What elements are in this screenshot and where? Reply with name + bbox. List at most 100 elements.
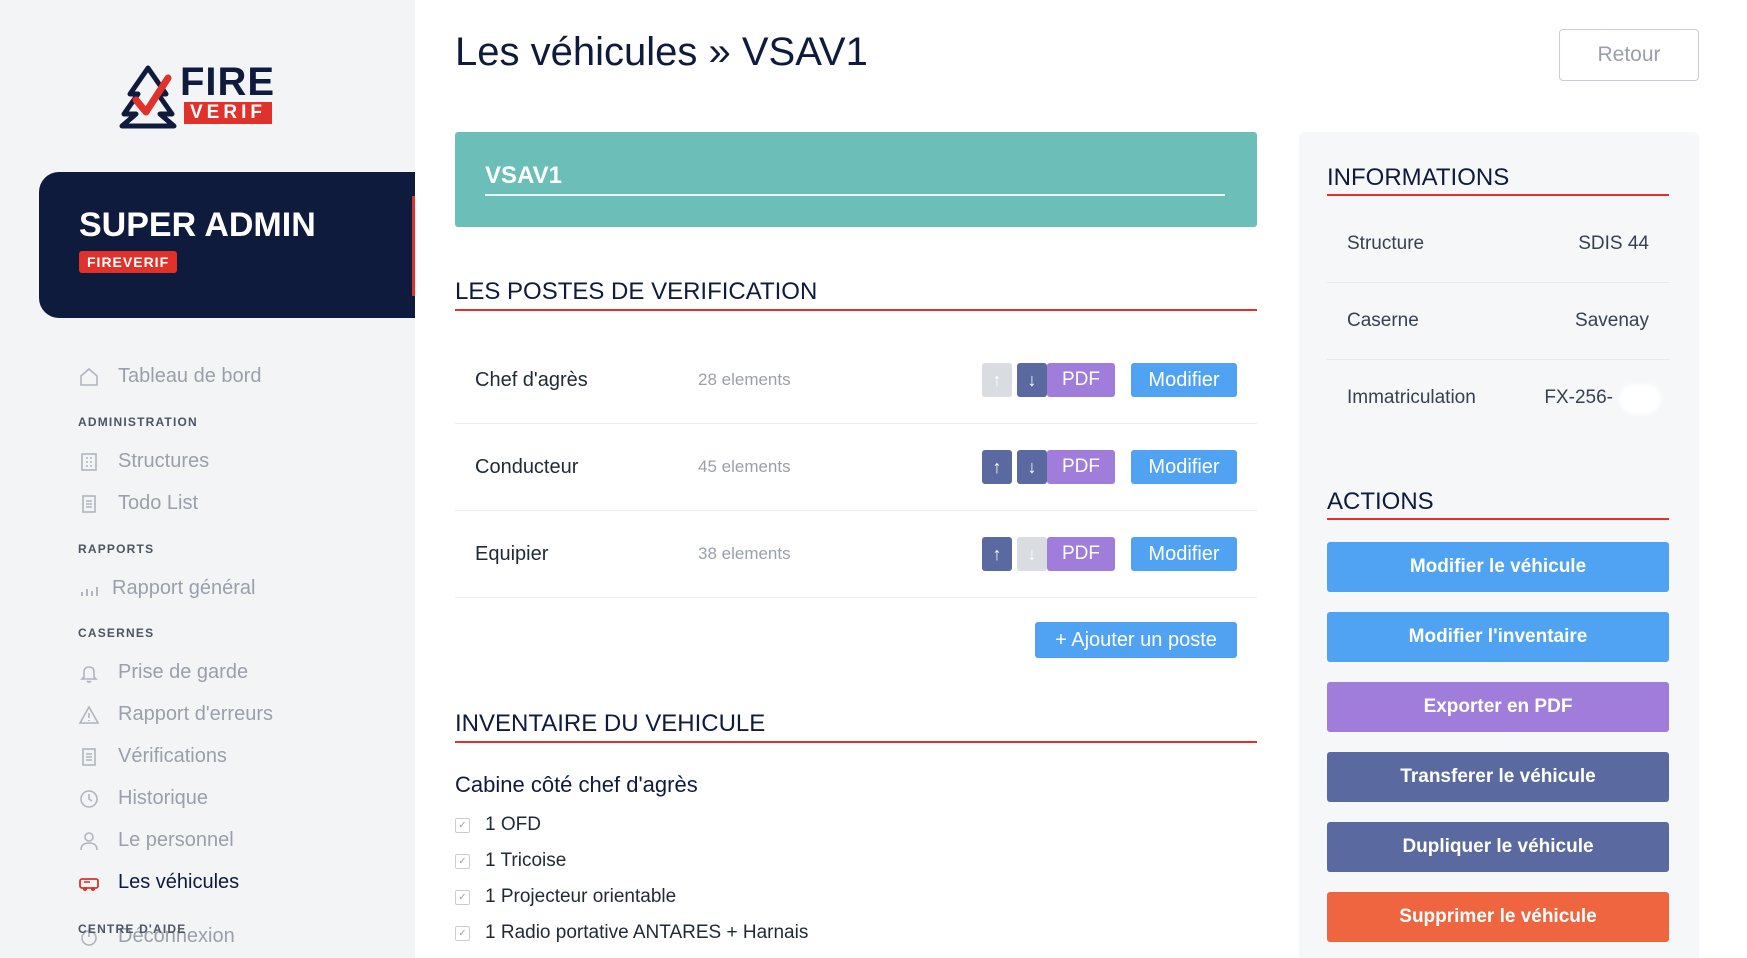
redaction-blur xyxy=(1619,384,1661,414)
user-card: SUPER ADMIN FIREVERIF xyxy=(39,172,415,318)
checkbox[interactable]: ✓ xyxy=(455,817,470,833)
inventory-item: ✓ 1 Radio portative ANTARES + Harnais xyxy=(455,922,808,944)
warning-icon xyxy=(78,704,100,726)
history-icon xyxy=(78,788,100,810)
checklist-icon xyxy=(78,746,100,768)
nav-history[interactable]: Historique xyxy=(78,787,208,810)
nav-history-label: Historique xyxy=(118,787,209,809)
poste-row: Chef d'agrès 28 elements ↑ ↓ PDF Modifie… xyxy=(455,337,1257,424)
nav-vehicles[interactable]: Les véhicules xyxy=(78,871,239,894)
nav-section-stations: CASERNES xyxy=(78,626,155,640)
poste-pdf-button[interactable]: PDF xyxy=(1047,450,1115,484)
poste-pdf-button[interactable]: PDF xyxy=(1047,537,1115,571)
home-icon xyxy=(78,366,100,388)
nav-verifications[interactable]: Vérifications xyxy=(78,745,227,768)
info-row-caserne: Caserne Savenay xyxy=(1327,283,1669,360)
nav-verifications-label: Vérifications xyxy=(118,745,227,767)
info-row-structure: Structure SDIS 44 xyxy=(1327,206,1669,283)
move-down-button[interactable]: ↓ xyxy=(1017,363,1047,397)
checkbox[interactable]: ✓ xyxy=(455,925,470,941)
user-role: SUPER ADMIN xyxy=(79,206,316,244)
poste-row: Conducteur 45 elements ↑ ↓ PDF Modifier xyxy=(455,424,1257,511)
building-icon xyxy=(78,451,100,473)
nav-dashboard-label: Tableau de bord xyxy=(118,365,262,387)
postes-section-title: LES POSTES DE VERIFICATION xyxy=(455,278,1257,311)
info-title: INFORMATIONS xyxy=(1327,164,1669,196)
duplicate-vehicle-button[interactable]: Dupliquer le véhicule xyxy=(1327,822,1669,872)
export-pdf-button[interactable]: Exporter en PDF xyxy=(1327,682,1669,732)
fireverif-logo[interactable]: FIRE VERIF xyxy=(118,62,288,130)
inventory-group-title: Cabine côté chef d'agrès xyxy=(455,772,698,797)
move-up-button[interactable]: ↑ xyxy=(982,450,1012,484)
vehicle-header-card: VSAV1 xyxy=(455,132,1257,227)
nav-shift[interactable]: Prise de garde xyxy=(78,661,248,684)
add-poste-button[interactable]: + Ajouter un poste xyxy=(1035,622,1237,658)
move-down-button[interactable]: ↓ xyxy=(1017,537,1047,571)
poste-name: Chef d'agrès xyxy=(475,369,588,391)
transfer-vehicle-button[interactable]: Transferer le véhicule xyxy=(1327,752,1669,802)
info-label: Caserne xyxy=(1347,310,1419,331)
poste-edit-button[interactable]: Modifier xyxy=(1131,450,1237,484)
nav-section-admin: ADMINISTRATION xyxy=(78,415,198,429)
nav-dashboard[interactable]: Tableau de bord xyxy=(78,365,261,388)
truck-icon xyxy=(78,872,100,894)
poste-count: 28 elements xyxy=(698,370,791,389)
checkbox[interactable]: ✓ xyxy=(455,889,470,905)
edit-vehicle-button[interactable]: Modifier le véhicule xyxy=(1327,542,1669,592)
logo-text-verif: VERIF xyxy=(184,102,272,124)
info-value: Savenay xyxy=(1575,310,1649,331)
nav-vehicles-label: Les véhicules xyxy=(118,871,240,893)
inventory-item: ✓ 1 Tricoise xyxy=(455,850,566,872)
poste-name: Equipier xyxy=(475,543,549,565)
nav-section-help: CENTRE D'AIDE xyxy=(78,922,187,936)
checkbox[interactable]: ✓ xyxy=(455,853,470,869)
inventory-item-label: 1 Radio portative ANTARES + Harnais xyxy=(485,922,809,943)
inventory-item-label: 1 OFD xyxy=(485,814,541,835)
nav-shift-label: Prise de garde xyxy=(118,661,249,683)
move-up-button[interactable]: ↑ xyxy=(982,363,1012,397)
actions-title: ACTIONS xyxy=(1327,488,1669,520)
bar-chart-icon xyxy=(78,578,100,600)
poste-row: Equipier 38 elements ↑ ↓ PDF Modifier xyxy=(455,511,1257,598)
bell-icon xyxy=(78,662,100,684)
edit-inventory-button[interactable]: Modifier l'inventaire xyxy=(1327,612,1669,662)
back-button[interactable]: Retour xyxy=(1559,29,1699,81)
logo-text-fire: FIRE xyxy=(180,60,276,104)
poste-pdf-button[interactable]: PDF xyxy=(1047,363,1115,397)
info-label: Immatriculation xyxy=(1347,387,1476,408)
info-label: Structure xyxy=(1347,233,1425,254)
inventory-item-label: 1 Projecteur orientable xyxy=(485,886,677,907)
move-down-button[interactable]: ↓ xyxy=(1017,450,1047,484)
inventory-item-label: 1 Tricoise xyxy=(485,850,567,871)
nav-errors[interactable]: Rapport d'erreurs xyxy=(78,703,273,726)
poste-count: 38 elements xyxy=(698,544,791,563)
nav-staff-label: Le personnel xyxy=(118,829,234,851)
nav-staff[interactable]: Le personnel xyxy=(78,829,234,852)
poste-count: 45 elements xyxy=(698,457,791,476)
list-icon xyxy=(78,493,100,515)
org-badge: FIREVERIF xyxy=(79,251,178,273)
page-title: Les véhicules » VSAV1 xyxy=(455,30,868,74)
nav-todo[interactable]: Todo List xyxy=(78,492,198,515)
nav-section-reports: RAPPORTS xyxy=(78,542,155,556)
nav-general-report[interactable]: Rapport général xyxy=(78,577,255,600)
delete-vehicle-button[interactable]: Supprimer le véhicule xyxy=(1327,892,1669,942)
nav-todo-label: Todo List xyxy=(118,492,199,514)
main-content: Les véhicules » VSAV1 Retour VSAV1 LES P… xyxy=(415,0,1747,958)
nav-errors-label: Rapport d'erreurs xyxy=(118,703,273,725)
info-row-immat: Immatriculation FX-256- xyxy=(1327,360,1669,436)
nav-general-report-label: Rapport général xyxy=(112,577,256,599)
tree-check-icon xyxy=(119,65,177,129)
sidebar: FIRE VERIF SUPER ADMIN FIREVERIF Tableau… xyxy=(0,0,415,958)
person-icon xyxy=(78,830,100,852)
info-panel: INFORMATIONS Structure SDIS 44 Caserne S… xyxy=(1299,132,1699,958)
info-value: SDIS 44 xyxy=(1578,233,1649,254)
nav-structures-label: Structures xyxy=(118,450,210,472)
nav-structures[interactable]: Structures xyxy=(78,450,209,473)
poste-edit-button[interactable]: Modifier xyxy=(1131,363,1237,397)
inventory-section-title: INVENTAIRE DU VEHICULE xyxy=(455,710,1257,743)
poste-name: Conducteur xyxy=(475,456,579,478)
poste-edit-button[interactable]: Modifier xyxy=(1131,537,1237,571)
inventory-item: ✓ 1 Projecteur orientable xyxy=(455,886,676,908)
move-up-button[interactable]: ↑ xyxy=(982,537,1012,571)
